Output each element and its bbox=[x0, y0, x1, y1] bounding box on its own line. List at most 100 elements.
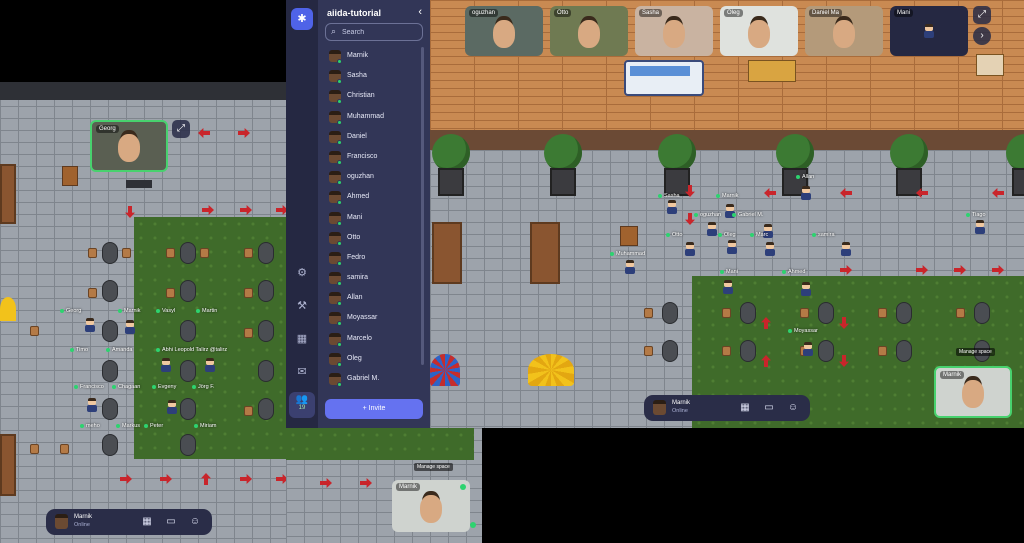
map-name-tag: Vasyl bbox=[156, 308, 175, 314]
video-face bbox=[493, 19, 515, 48]
map-name-tag: Jörg F. bbox=[192, 384, 215, 390]
chat-icon[interactable]: ✉ bbox=[294, 364, 310, 380]
video-tile-name: Marnik bbox=[396, 483, 421, 491]
map-icon[interactable]: ▦ bbox=[140, 515, 154, 529]
chevron-right-icon[interactable]: › bbox=[973, 27, 991, 45]
participant-list[interactable]: Marnik Sasha Christian Muhammad Daniel F… bbox=[325, 47, 425, 393]
search-input[interactable] bbox=[342, 26, 420, 38]
emoji-icon[interactable]: ☺ bbox=[188, 515, 202, 529]
arrow-up bbox=[201, 473, 211, 485]
avatar-sprite bbox=[974, 220, 986, 234]
participant-row[interactable]: Sasha bbox=[325, 67, 425, 87]
chair bbox=[722, 308, 731, 318]
map-name-tag: Abhi Leopold Talirz @talirz bbox=[156, 347, 227, 353]
expand-icon[interactable]: ⤢ bbox=[172, 120, 190, 138]
user-avatar[interactable] bbox=[55, 514, 68, 529]
participant-row[interactable]: oguzhan bbox=[325, 168, 425, 188]
video-tile-georg[interactable]: Georg bbox=[90, 120, 168, 172]
participant-row[interactable]: Christian bbox=[325, 87, 425, 107]
status-dot bbox=[470, 522, 476, 528]
video-tile[interactable]: Mani bbox=[890, 6, 968, 56]
video-tile[interactable]: oguzhan bbox=[465, 6, 543, 56]
stool bbox=[818, 302, 834, 324]
participant-row[interactable]: Muhammad bbox=[325, 108, 425, 128]
participant-name: Marnik bbox=[347, 52, 369, 59]
screen: { "sidebar": { "space_name": "aiida-tuto… bbox=[0, 0, 1024, 543]
map-name-tag: Ahmed bbox=[782, 269, 805, 275]
participant-row[interactable]: Mani bbox=[325, 209, 425, 229]
participant-row[interactable]: Moyassar bbox=[325, 309, 425, 329]
emoji-icon[interactable]: ☺ bbox=[786, 401, 800, 415]
arrow-right bbox=[240, 205, 252, 215]
avatar-sprite bbox=[706, 222, 718, 236]
search-icon: ⌕ bbox=[331, 26, 337, 36]
online-dot bbox=[337, 159, 342, 165]
manage-space-popup[interactable]: Manage space bbox=[414, 463, 453, 471]
stool bbox=[258, 398, 274, 420]
participant-row[interactable]: Marnik bbox=[325, 47, 425, 67]
scrollbar[interactable] bbox=[421, 47, 424, 365]
participant-row[interactable]: Francisco bbox=[325, 148, 425, 168]
participant-row[interactable]: Ahmed bbox=[325, 188, 425, 208]
calendar-icon[interactable]: ▦ bbox=[294, 331, 310, 347]
chair bbox=[166, 288, 175, 298]
participant-row[interactable]: Fedro bbox=[325, 249, 425, 269]
video-tile[interactable]: Oleg bbox=[720, 6, 798, 56]
screen-share-icon[interactable]: ▭ bbox=[164, 515, 178, 529]
participant-row[interactable]: Oleg bbox=[325, 350, 425, 370]
map-name-tag: Mani bbox=[720, 269, 738, 275]
chair bbox=[244, 328, 253, 338]
expand-icon[interactable]: ⤢ bbox=[973, 6, 991, 24]
settings-icon[interactable]: ⚙ bbox=[294, 265, 310, 281]
participants-panel: aiida-tutorial ‹ ⌕ Marnik Sasha Christia… bbox=[318, 0, 430, 428]
user-name: Marnik bbox=[74, 514, 93, 520]
participant-name: Ahmed bbox=[347, 193, 370, 201]
arrow-right bbox=[276, 205, 286, 215]
screen-share-icon[interactable]: ▭ bbox=[762, 401, 776, 415]
participant-row[interactable]: samira bbox=[325, 269, 425, 289]
chair bbox=[88, 248, 97, 258]
participant-row[interactable]: Gabriel M. bbox=[325, 370, 425, 390]
invite-button[interactable]: + Invite bbox=[325, 399, 423, 419]
video-tile[interactable]: Otto bbox=[550, 6, 628, 56]
tree-planter bbox=[432, 134, 470, 198]
manage-space-popup[interactable]: Manage space bbox=[956, 348, 995, 356]
user-avatar[interactable] bbox=[653, 400, 666, 415]
map-icon[interactable]: ▦ bbox=[738, 401, 752, 415]
self-video-right[interactable]: Marnik bbox=[934, 366, 1012, 418]
participant-row[interactable]: Otto bbox=[325, 229, 425, 249]
chair bbox=[30, 444, 39, 454]
build-hammer-icon[interactable]: ⚒ bbox=[294, 298, 310, 314]
participant-row[interactable]: Marcelo bbox=[325, 330, 425, 350]
bench bbox=[0, 164, 16, 224]
chair bbox=[800, 308, 809, 318]
sign bbox=[126, 180, 152, 188]
participant-row[interactable]: Daniel bbox=[325, 128, 425, 148]
chevron-left-icon[interactable]: ‹ bbox=[418, 6, 422, 18]
arrow-right bbox=[360, 478, 372, 488]
online-dot bbox=[337, 361, 342, 367]
video-tile-name: oguzhan bbox=[469, 9, 499, 17]
stool bbox=[180, 360, 196, 382]
search-box[interactable]: ⌕ bbox=[325, 23, 423, 41]
map-name-tag: Marnik bbox=[118, 308, 141, 314]
map-name-tag: Amanda bbox=[106, 347, 133, 353]
participant-row[interactable]: Allan bbox=[325, 289, 425, 309]
right-map-view[interactable]: Sasha Marnik Allan oguzhan Gabriel M. Ot… bbox=[430, 0, 1024, 428]
map-name-tag: Georg bbox=[60, 308, 81, 314]
map-name-tag: Tiago bbox=[966, 212, 986, 218]
avatar-sprite bbox=[124, 320, 136, 334]
user-status: Online bbox=[74, 522, 90, 528]
space-logo-icon[interactable]: ✱ bbox=[291, 8, 313, 30]
video-tile[interactable]: Sasha bbox=[635, 6, 713, 56]
left-bottom-bar: Marnik Online ▦ ▭ ☺ bbox=[46, 509, 212, 535]
map-name-tag: Miriam bbox=[194, 423, 217, 429]
video-tile[interactable]: Daniel Ma bbox=[805, 6, 883, 56]
self-video-left[interactable]: Marnik bbox=[392, 480, 470, 532]
participant-name: Marcelo bbox=[347, 334, 372, 342]
stool bbox=[896, 340, 912, 362]
stool bbox=[180, 320, 196, 342]
people-button[interactable]: 👥 19 bbox=[289, 392, 315, 418]
arrow-right bbox=[160, 474, 172, 484]
map-name-tag: Francisco bbox=[74, 384, 104, 390]
